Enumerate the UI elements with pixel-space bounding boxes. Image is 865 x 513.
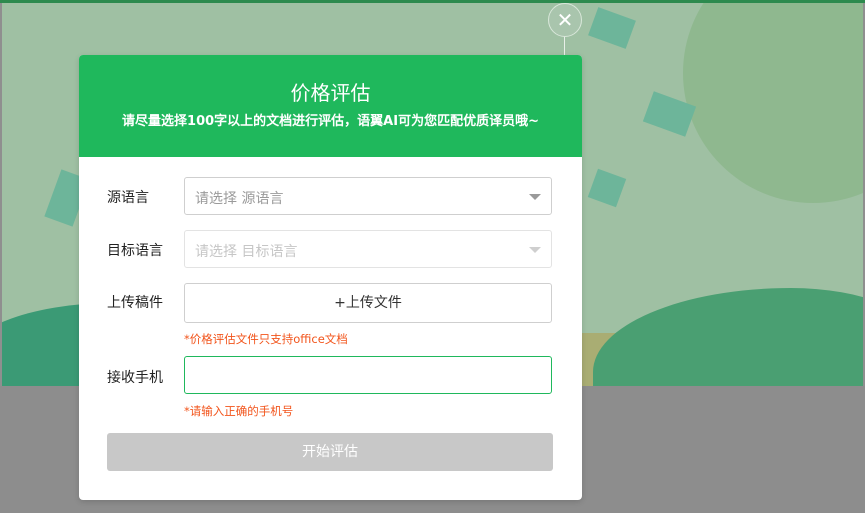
- target-language-select[interactable]: 请选择 目标语言: [184, 230, 552, 268]
- modal-title: 价格评估: [290, 81, 371, 105]
- close-connector-line: [564, 36, 565, 56]
- source-language-select[interactable]: 请选择 源语言: [184, 177, 552, 215]
- upload-hint: *价格评估文件只支持office文档: [184, 332, 348, 346]
- chevron-down-icon: [529, 247, 541, 253]
- close-button[interactable]: ✕: [548, 3, 582, 37]
- start-evaluation-button[interactable]: 开始评估: [107, 433, 553, 471]
- upload-file-button[interactable]: +上传文件: [184, 283, 552, 323]
- phone-hint: *请输入正确的手机号: [184, 404, 294, 418]
- background-leaf: [587, 168, 627, 208]
- close-icon: ✕: [556, 8, 574, 32]
- chevron-down-icon: [529, 194, 541, 200]
- modal-subtitle: 请尽量选择100字以上的文档进行评估，语翼AI可为您匹配优质译员哦~: [122, 114, 539, 129]
- upload-label: 上传稿件: [107, 295, 163, 311]
- modal-header: 价格评估 请尽量选择100字以上的文档进行评估，语翼AI可为您匹配优质译员哦~: [79, 55, 582, 157]
- background-leaf: [588, 7, 636, 49]
- source-language-label: 源语言: [107, 190, 149, 206]
- phone-input[interactable]: [185, 357, 551, 393]
- background-blob: [683, 3, 863, 203]
- source-language-placeholder: 请选择 源语言: [195, 191, 284, 207]
- phone-field[interactable]: [184, 356, 552, 394]
- target-language-label: 目标语言: [107, 243, 163, 259]
- target-language-placeholder: 请选择 目标语言: [195, 244, 298, 260]
- phone-label: 接收手机: [107, 370, 163, 386]
- price-evaluation-modal: 价格评估 请尽量选择100字以上的文档进行评估，语翼AI可为您匹配优质译员哦~ …: [79, 55, 582, 500]
- background-hill: [593, 288, 863, 386]
